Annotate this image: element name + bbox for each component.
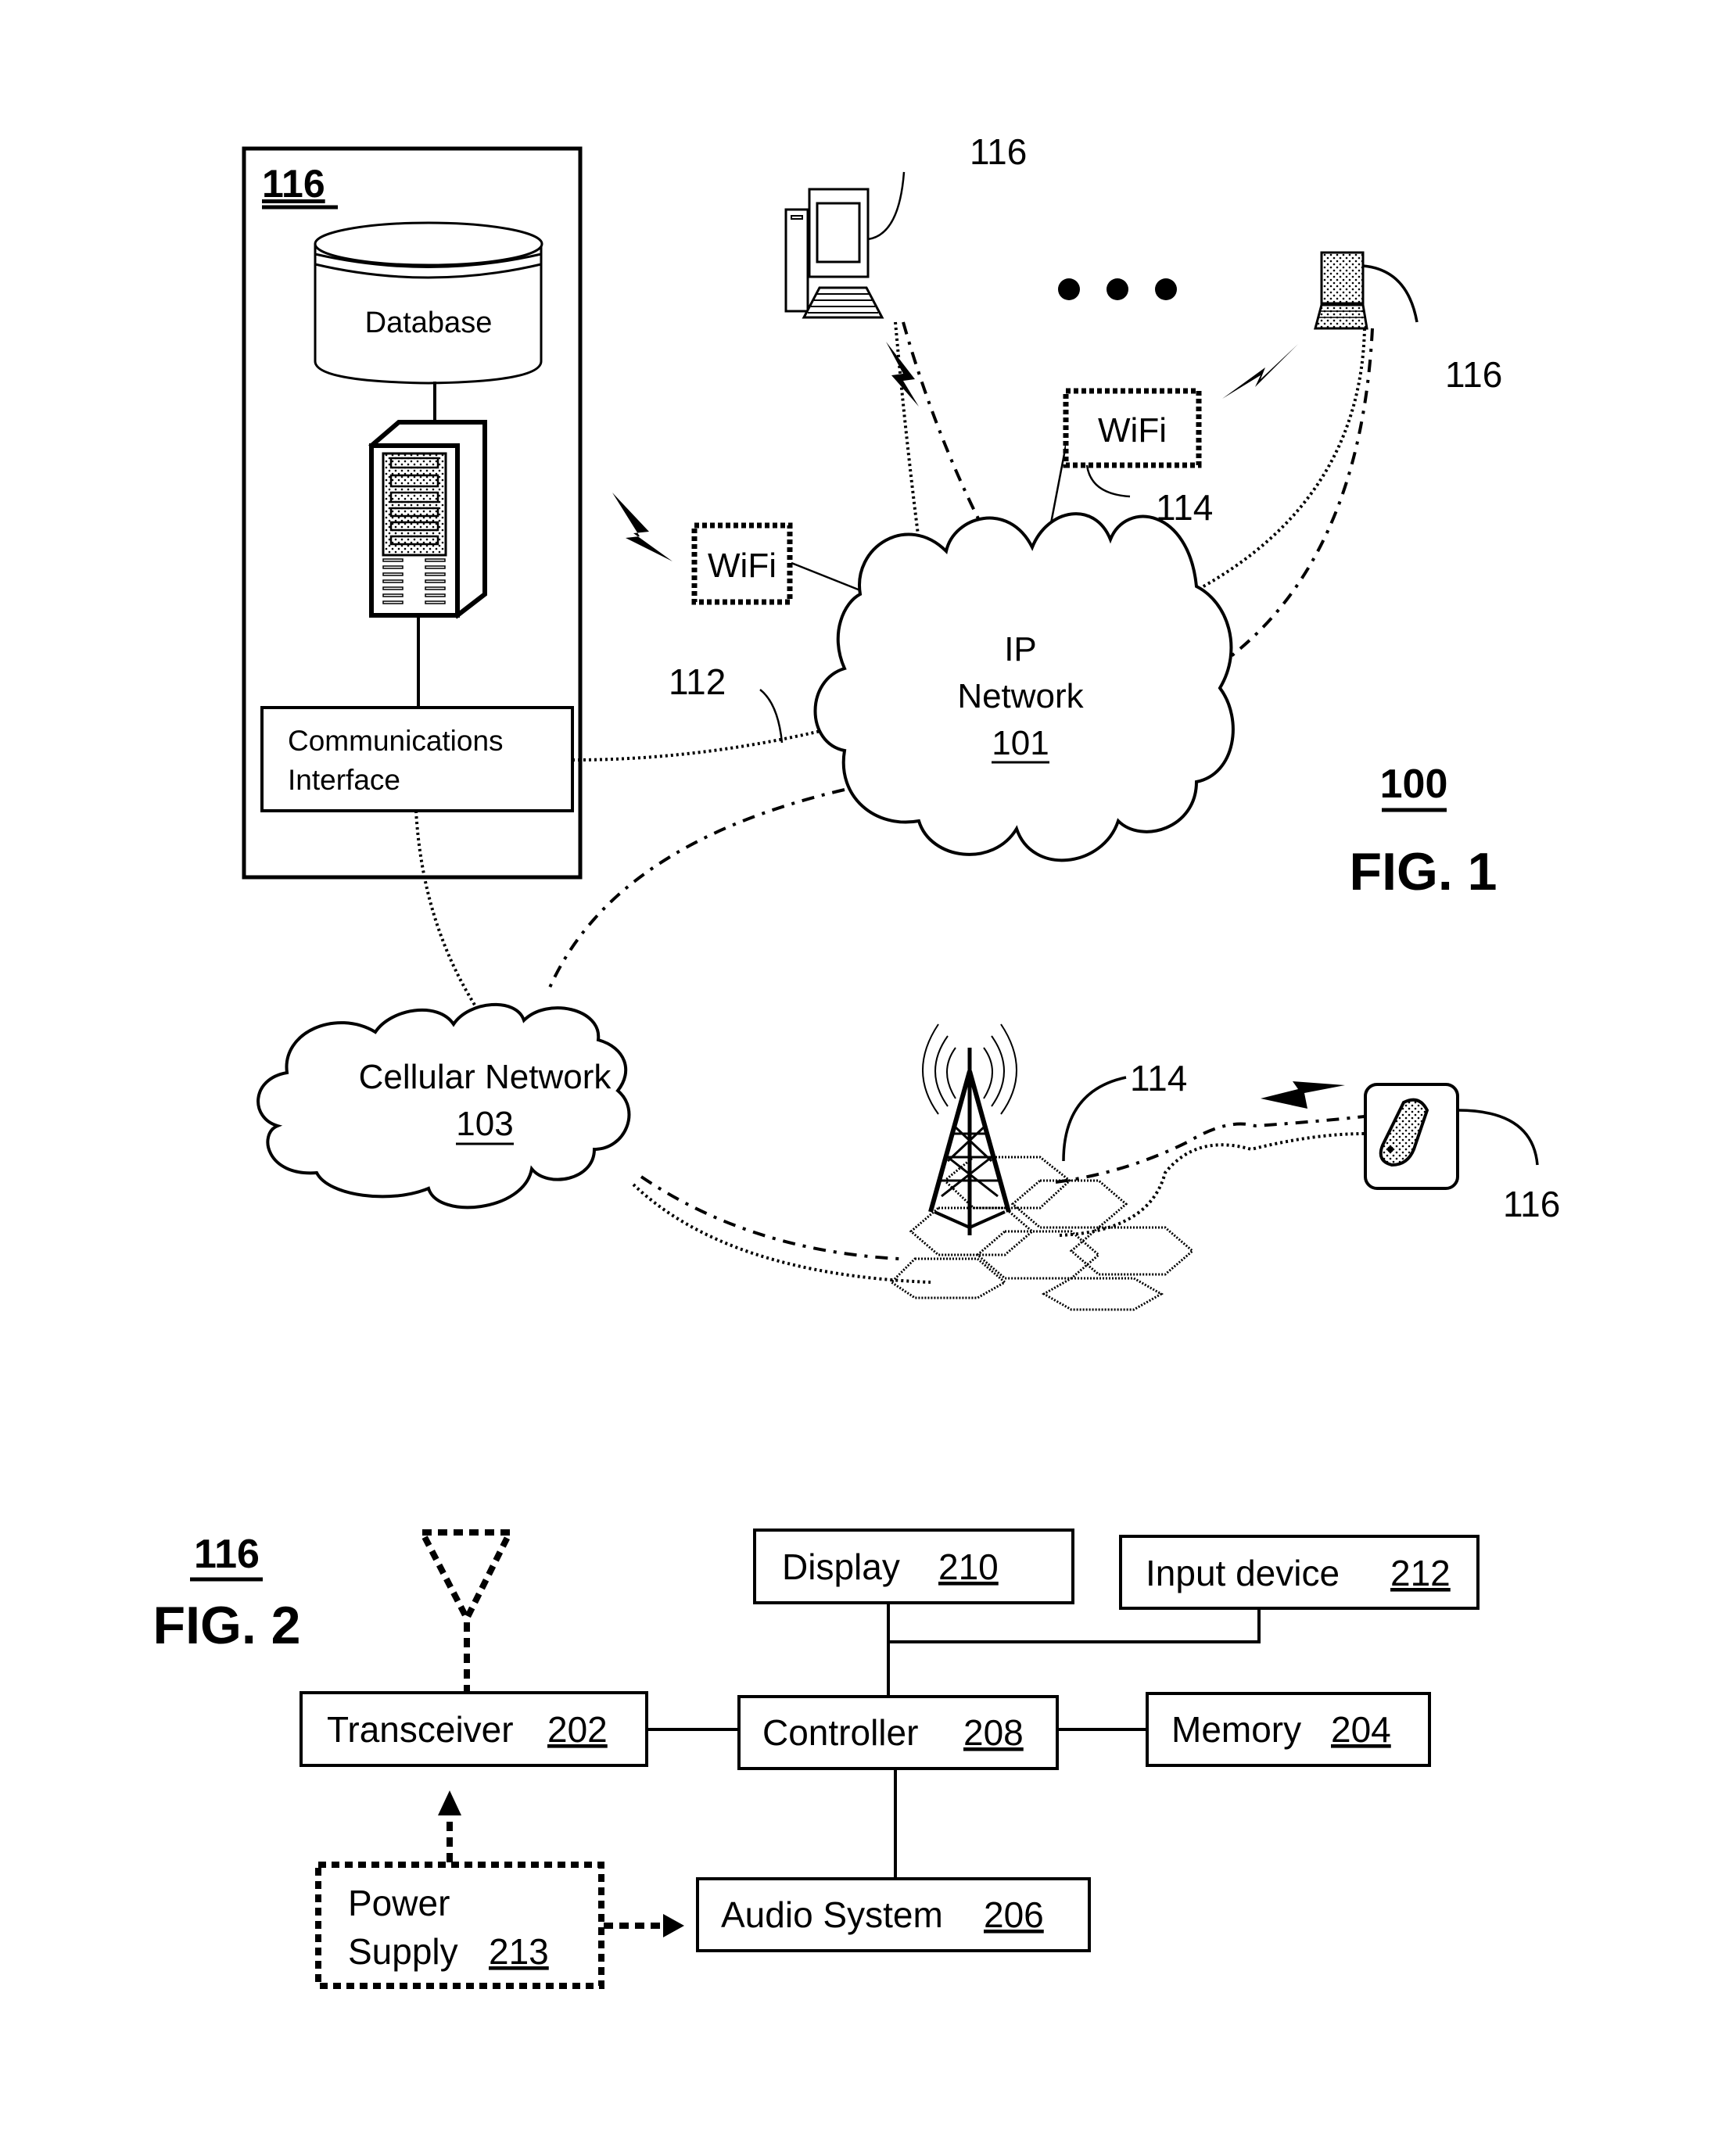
wifi-top-label: WiFi: [1098, 411, 1167, 450]
server-group: 116 Database Communications Interface: [242, 146, 583, 880]
phone-ref: 116: [1503, 1184, 1560, 1224]
cell-ref: 114: [1130, 1058, 1187, 1098]
desktop-ref: 116: [970, 131, 1027, 172]
comm-interface-line1: Communications: [288, 725, 504, 757]
display-label: Display: [782, 1546, 900, 1587]
input-device-block: Input device 212: [1119, 1535, 1480, 1610]
controller-ref: 208: [963, 1712, 1024, 1753]
memory-label: Memory: [1171, 1709, 1301, 1750]
server-group-ref: 116: [262, 162, 325, 206]
communications-interface-block: Communications Interface: [260, 706, 574, 812]
wifi-access-point-left: WiFi: [691, 522, 793, 605]
link-cell-to-phone-dashdot: [1055, 1115, 1365, 1184]
lightning-bolt-icon: [886, 342, 919, 407]
display-ref: 210: [938, 1546, 999, 1587]
link-ref-112: 112: [669, 661, 726, 702]
power-supply-line1: Power: [348, 1883, 450, 1923]
ip-network-ref: 101: [992, 724, 1049, 762]
ellipsis-more-devices: [1058, 278, 1177, 300]
link-comm-to-cellular: [414, 810, 479, 1010]
fig1-ref: 100: [1380, 762, 1448, 807]
fig2-label: FIG. 2: [153, 1596, 301, 1655]
ip-network-line2: Network: [957, 677, 1084, 715]
fig1: 116 Database Communications Interface 11…: [242, 131, 1560, 1311]
patent-drawing: 116 Database Communications Interface 11…: [153, 131, 1560, 1989]
link-ip-to-cellular: [546, 788, 845, 994]
cell-tower-icon: [922, 1023, 1017, 1235]
fig2-ref: 116: [194, 1532, 260, 1577]
transceiver-ref: 202: [547, 1709, 608, 1750]
cellular-network-line1: Cellular Network: [359, 1058, 612, 1096]
input-device-label: Input device: [1146, 1553, 1340, 1593]
audio-system-ref: 206: [984, 1894, 1044, 1935]
transceiver-block: Transceiver 202: [299, 1691, 648, 1767]
comm-interface-line2: Interface: [288, 764, 400, 796]
wifi-access-point-top: WiFi: [1063, 388, 1202, 468]
lightning-bolt-icon: [612, 493, 673, 561]
link-comm-to-ip: [572, 726, 838, 762]
fig1-label: FIG. 1: [1350, 842, 1497, 901]
power-supply-ref: 213: [489, 1931, 549, 1972]
cellular-network-ref: 103: [456, 1105, 513, 1143]
power-supply-line2: Supply: [348, 1931, 458, 1972]
link-cell-to-phone-dotted: [1059, 1132, 1365, 1237]
mobile-phone-icon: [1364, 1083, 1459, 1190]
cell-grid-icon: [889, 1156, 1195, 1311]
transceiver-label: Transceiver: [327, 1709, 514, 1750]
display-block: Display 210: [753, 1529, 1074, 1604]
link-wifi-left-to-ip: [791, 561, 861, 592]
controller-label: Controller: [762, 1712, 918, 1753]
fig2: 116 FIG. 2 Display 210 Input device 212 …: [153, 1529, 1480, 1989]
desktop-computer-icon: [784, 188, 884, 319]
database-label: Database: [365, 306, 493, 339]
memory-ref: 204: [1331, 1709, 1391, 1750]
database-icon: Database: [314, 221, 543, 385]
lightning-bolt-icon: [1261, 1081, 1345, 1109]
audio-system-block: Audio System 206: [696, 1877, 1091, 1952]
lightning-bolt-icon: [1222, 344, 1298, 399]
link-laptop-to-ip-dashdot: [1218, 328, 1374, 666]
ip-network-cloud: IP Network 101: [813, 512, 1235, 862]
antenna-icon: [417, 1529, 515, 1693]
controller-block: Controller 208: [737, 1695, 1059, 1770]
ip-network-line1: IP: [1004, 630, 1037, 668]
link-laptop-to-ip-dotted: [1196, 328, 1366, 592]
server-icon: [368, 420, 487, 619]
laptop-ref: 116: [1445, 354, 1502, 395]
audio-system-label: Audio System: [721, 1894, 943, 1935]
wifi-top-ref: 114: [1156, 487, 1213, 528]
input-device-ref: 212: [1390, 1553, 1451, 1593]
cellular-network-cloud: Cellular Network 103: [256, 1003, 631, 1210]
wifi-left-label: WiFi: [708, 547, 777, 585]
link-cellular-to-cell-dashdot: [640, 1175, 900, 1260]
memory-block: Memory 204: [1146, 1692, 1431, 1767]
laptop-icon: [1314, 251, 1368, 330]
power-supply-block: Power Supply 213: [315, 1862, 604, 1989]
